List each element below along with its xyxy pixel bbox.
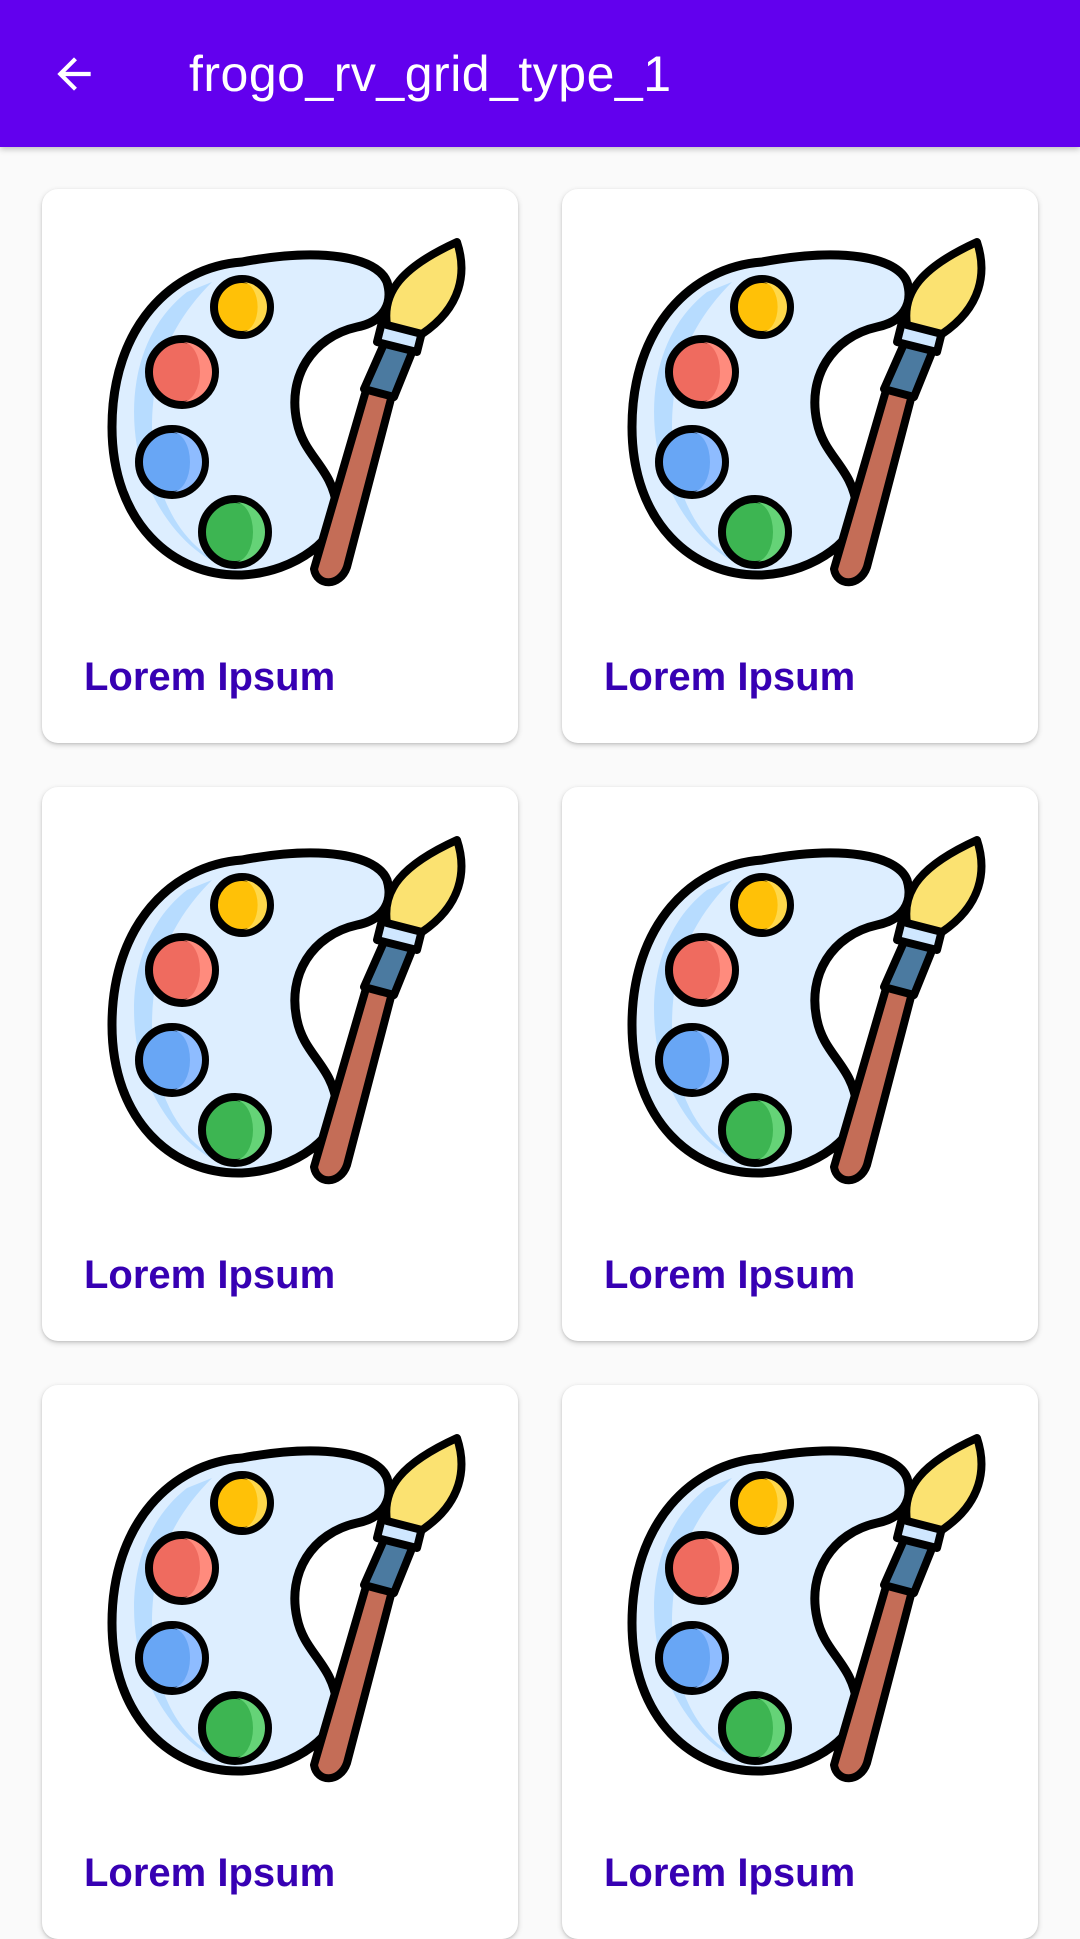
paint-palette-icon — [82, 1423, 482, 1823]
paint-palette-icon — [602, 825, 1002, 1225]
back-button[interactable] — [0, 0, 147, 147]
grid-item-label: Lorem Ipsum — [84, 1851, 336, 1895]
paint-palette-icon — [602, 227, 1002, 627]
paint-palette-icon — [82, 227, 482, 627]
grid-item[interactable]: Lorem Ipsum — [42, 189, 518, 743]
page-title: frogo_rv_grid_type_1 — [189, 45, 672, 102]
grid-item[interactable]: Lorem Ipsum — [42, 1385, 518, 1939]
paint-palette-icon — [82, 825, 482, 1225]
grid-item-label: Lorem Ipsum — [604, 655, 856, 699]
recycler-grid[interactable]: Lorem Ipsum Lorem Ipsum Lorem Ipsum Lore… — [42, 189, 1038, 1939]
grid-item[interactable]: Lorem Ipsum — [562, 787, 1038, 1341]
grid-item[interactable]: Lorem Ipsum — [42, 787, 518, 1341]
app-bar: frogo_rv_grid_type_1 — [0, 0, 1080, 147]
grid-item-label: Lorem Ipsum — [84, 1253, 336, 1297]
grid-item-label: Lorem Ipsum — [84, 655, 336, 699]
grid-item[interactable]: Lorem Ipsum — [562, 1385, 1038, 1939]
grid-item-label: Lorem Ipsum — [604, 1253, 856, 1297]
paint-palette-icon — [602, 1423, 1002, 1823]
grid-item-label: Lorem Ipsum — [604, 1851, 856, 1895]
grid-item[interactable]: Lorem Ipsum — [562, 189, 1038, 743]
arrow-back-icon — [56, 56, 91, 91]
